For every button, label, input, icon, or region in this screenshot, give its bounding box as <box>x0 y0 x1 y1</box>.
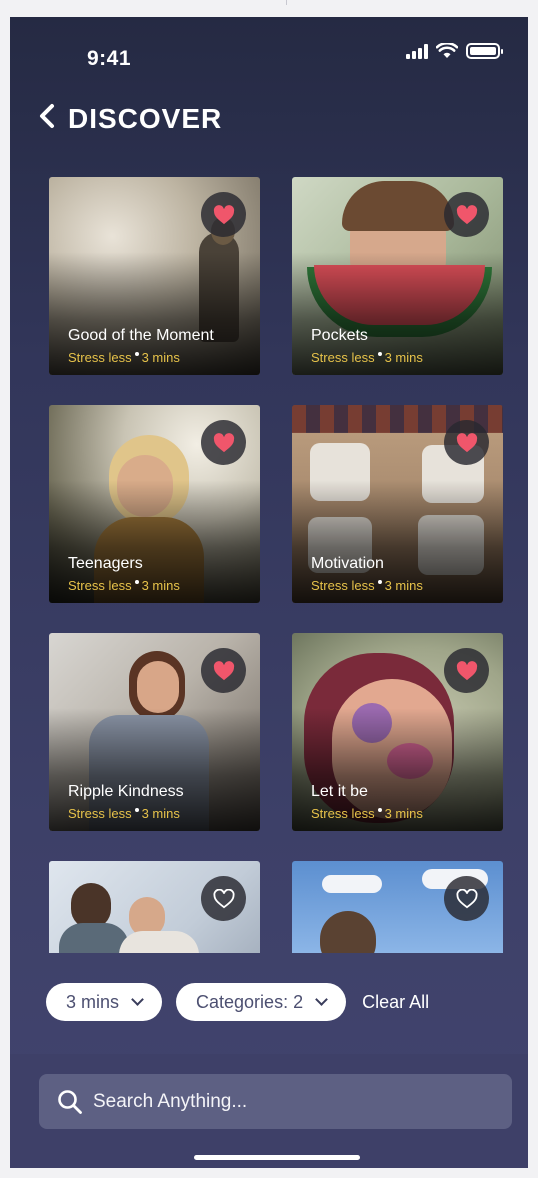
content-grid[interactable]: Good of the Moment Stress less 3 mins Po… <box>49 177 503 953</box>
card-meta: Stress less 3 mins <box>68 350 180 365</box>
status-icons <box>406 43 503 59</box>
card-title: Motivation <box>311 555 384 572</box>
search-panel: Search Anything... <box>10 1054 528 1168</box>
favorite-heart-icon[interactable] <box>444 420 489 465</box>
separator-dot <box>377 351 382 356</box>
status-bar: 9:41 <box>10 17 528 97</box>
favorite-heart-icon[interactable] <box>444 192 489 237</box>
card-meta: Stress less 3 mins <box>68 578 180 593</box>
separator-dot <box>377 579 382 584</box>
card-category: Stress less <box>68 806 132 821</box>
search-icon <box>58 1089 82 1114</box>
clear-all-button[interactable]: Clear All <box>362 992 429 1013</box>
card-meta: Stress less 3 mins <box>311 578 423 593</box>
card-category: Stress less <box>68 350 132 365</box>
duration-filter-label: 3 mins <box>66 991 120 1012</box>
card-duration: 3 mins <box>141 350 180 365</box>
content-card[interactable]: Good of the Moment Stress less 3 mins <box>49 177 260 375</box>
content-card[interactable] <box>292 861 503 953</box>
content-card[interactable]: Pockets Stress less 3 mins <box>292 177 503 375</box>
search-input[interactable]: Search Anything... <box>39 1074 512 1129</box>
favorite-heart-outline-icon[interactable] <box>201 876 246 921</box>
card-title: Pockets <box>311 327 368 344</box>
card-meta: Stress less 3 mins <box>68 806 180 821</box>
favorite-heart-icon[interactable] <box>444 648 489 693</box>
card-meta: Stress less 3 mins <box>311 806 423 821</box>
card-duration: 3 mins <box>384 578 423 593</box>
card-duration: 3 mins <box>141 806 180 821</box>
home-indicator[interactable] <box>194 1155 360 1160</box>
card-title: Let it be <box>311 783 368 800</box>
back-chevron-icon[interactable] <box>38 103 56 135</box>
card-title: Ripple Kindness <box>68 783 184 800</box>
favorite-heart-icon[interactable] <box>201 192 246 237</box>
card-title: Teenagers <box>68 555 143 572</box>
top-tick <box>286 0 287 5</box>
card-duration: 3 mins <box>141 578 180 593</box>
card-category: Stress less <box>311 578 375 593</box>
cellular-signal-icon <box>406 43 428 59</box>
content-card[interactable]: Teenagers Stress less 3 mins <box>49 405 260 603</box>
page-title: DISCOVER <box>68 103 223 134</box>
content-card[interactable]: Let it be Stress less 3 mins <box>292 633 503 831</box>
separator-dot <box>134 351 139 356</box>
content-card[interactable]: Motivation Stress less 3 mins <box>292 405 503 603</box>
card-category: Stress less <box>311 806 375 821</box>
chevron-down-icon <box>131 993 144 1006</box>
chevron-down-icon <box>315 993 328 1006</box>
card-meta: Stress less 3 mins <box>311 350 423 365</box>
favorite-heart-icon[interactable] <box>201 648 246 693</box>
separator-dot <box>134 579 139 584</box>
status-time: 9:41 <box>87 47 132 70</box>
categories-filter-label: Categories: 2 <box>196 991 304 1012</box>
favorite-heart-icon[interactable] <box>201 420 246 465</box>
card-duration: 3 mins <box>384 350 423 365</box>
card-category: Stress less <box>311 350 375 365</box>
phone-screen: 9:41 DISCOVER Good of the Moment Stress … <box>10 17 528 1168</box>
card-title: Good of the Moment <box>68 327 214 344</box>
separator-dot <box>377 807 382 812</box>
card-category: Stress less <box>68 578 132 593</box>
favorite-heart-outline-icon[interactable] <box>444 876 489 921</box>
categories-filter-chip[interactable]: Categories: 2 <box>176 983 347 1021</box>
search-placeholder: Search Anything... <box>93 1090 248 1112</box>
card-duration: 3 mins <box>384 806 423 821</box>
separator-dot <box>134 807 139 812</box>
header: DISCOVER <box>38 103 222 135</box>
duration-filter-chip[interactable]: 3 mins <box>46 983 163 1021</box>
content-card[interactable]: Ripple Kindness Stress less 3 mins <box>49 633 260 831</box>
content-card[interactable] <box>49 861 260 953</box>
battery-icon <box>466 43 503 59</box>
filter-bar: 3 mins Categories: 2 Clear All <box>46 983 429 1021</box>
wifi-icon <box>436 43 458 58</box>
